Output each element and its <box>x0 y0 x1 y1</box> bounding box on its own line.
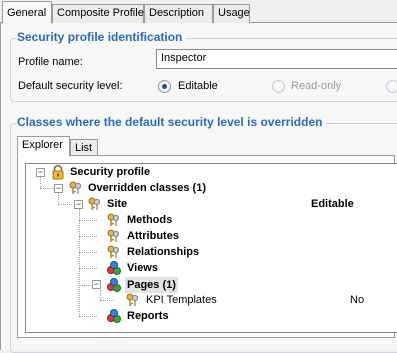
tree-node-views-label: Views <box>127 262 158 274</box>
radio-editable-label[interactable]: Editable <box>178 80 218 92</box>
default-level-label: Default security level: <box>18 80 123 92</box>
tab-general[interactable]: General <box>2 1 52 24</box>
lock-icon <box>50 164 66 180</box>
radio-third-option[interactable] <box>386 80 397 93</box>
tree-line <box>79 268 97 269</box>
tree-line <box>40 176 41 188</box>
collapse-toggle[interactable]: − <box>74 200 83 209</box>
tab-composite-profile[interactable]: Composite Profile <box>52 4 144 23</box>
identification-title: Security profile identification <box>17 30 187 44</box>
radio-editable[interactable] <box>158 80 171 93</box>
tab-description[interactable]: Description <box>144 4 213 23</box>
profile-name-label: Profile name: <box>18 56 83 68</box>
tree-line <box>79 236 97 237</box>
kpi-templates-value: No <box>350 294 365 306</box>
tree-node-methods-label: Methods <box>127 214 173 226</box>
keys-icon <box>106 244 122 260</box>
tree-node-relationships-label: Relationships <box>127 246 200 258</box>
identification-group <box>10 38 397 102</box>
collapse-toggle[interactable]: − <box>36 168 45 177</box>
tree-line <box>58 192 59 204</box>
tree-line <box>79 252 97 253</box>
tree-node-site-label: Site <box>107 198 128 210</box>
tab-list-label: List <box>75 142 93 154</box>
keys-icon <box>87 196 103 212</box>
tree-line <box>79 316 97 317</box>
tab-composite-profile-label: Composite Profile <box>57 7 144 19</box>
tree-node-root-label: Security profile <box>70 166 151 178</box>
tree-line <box>79 220 97 221</box>
tab-description-label: Description <box>149 7 205 19</box>
main-tab-strip: General Composite Profile Description Us… <box>0 0 397 24</box>
tree-line <box>40 188 54 189</box>
tree-node-pages-label: Pages (1) <box>125 277 178 293</box>
profile-name-input[interactable]: Inspector <box>156 49 397 69</box>
shapes-icon <box>106 260 122 276</box>
tab-general-label: General <box>7 7 47 19</box>
tree-line <box>100 300 114 301</box>
keys-icon <box>106 228 122 244</box>
tab-usage[interactable]: Usage <box>213 4 250 23</box>
tree-line <box>100 290 101 300</box>
tree-node-overridden-label: Overridden classes (1) <box>88 182 207 194</box>
site-security-value: Editable <box>311 198 354 210</box>
keys-icon <box>125 292 141 308</box>
tree-node-reports-label: Reports <box>127 310 169 322</box>
tree-node-attributes-label: Attributes <box>127 230 179 242</box>
keys-icon <box>68 180 84 196</box>
keys-icon <box>106 212 122 228</box>
overrides-title: Classes where the default security level… <box>17 115 327 129</box>
tab-usage-label: Usage <box>218 7 250 19</box>
radio-read-only[interactable] <box>272 80 285 93</box>
collapse-toggle[interactable]: − <box>54 184 63 193</box>
shapes-icon <box>106 308 122 324</box>
shapes-icon <box>106 277 122 293</box>
radio-read-only-label[interactable]: Read-only <box>291 80 341 92</box>
tree-line <box>79 208 80 316</box>
collapse-toggle[interactable]: − <box>92 280 101 289</box>
tab-explorer[interactable]: Explorer <box>17 136 70 157</box>
tree-line <box>58 204 72 205</box>
tree-line <box>79 285 93 286</box>
tab-explorer-label: Explorer <box>22 139 63 151</box>
tree-node-kpi-templates-label: KPI Templates <box>146 294 217 306</box>
